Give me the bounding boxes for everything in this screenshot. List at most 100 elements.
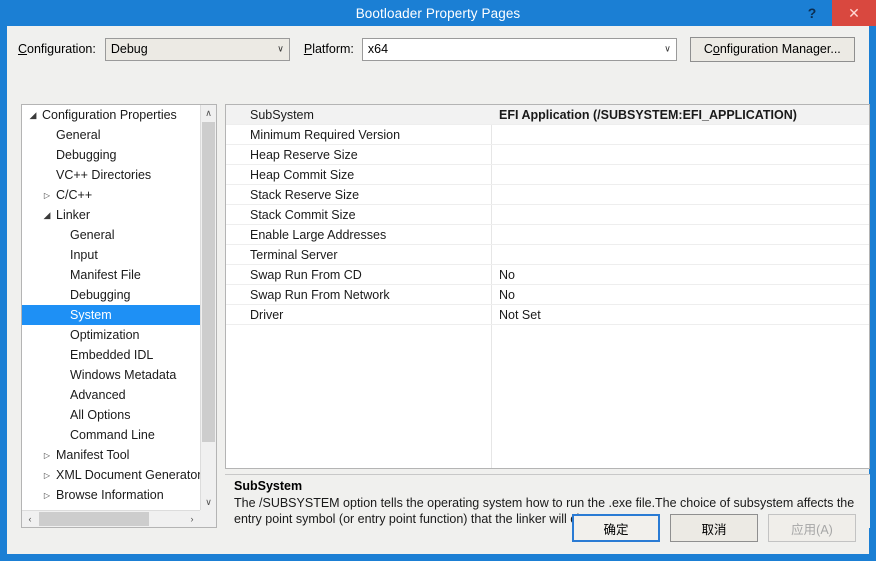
horizontal-scrollbar-thumb[interactable] — [39, 512, 149, 526]
tree-item-label: Manifest File — [70, 268, 141, 282]
scroll-up-icon[interactable]: ∧ — [201, 105, 216, 121]
tree-item-general[interactable]: General — [22, 225, 200, 245]
tree-item-label: Optimization — [70, 328, 140, 342]
property-row[interactable]: Enable Large Addresses — [226, 225, 869, 245]
tree-item-linker[interactable]: Linker — [22, 205, 200, 225]
tree-item-label: Embedded IDL — [70, 348, 154, 362]
configuration-manager-button[interactable]: Co nfiguration Manager... — [689, 36, 855, 62]
tree-collapsed-icon[interactable] — [40, 191, 54, 200]
tree-horizontal-scrollbar[interactable]: ‹ › — [22, 510, 200, 527]
property-grid: SubSystem EFI Application (/SUBSYSTEM:EFI… — [225, 104, 870, 469]
property-row[interactable]: Heap Reserve Size — [226, 145, 869, 165]
tree-item-label: XML Document Generator — [56, 468, 200, 482]
property-value[interactable]: No — [492, 288, 869, 302]
description-title: SubSystem — [234, 479, 303, 493]
vertical-scrollbar-thumb[interactable] — [202, 122, 215, 442]
tree-item-label: General — [56, 128, 101, 142]
configuration-tree: Configuration Properties General Debugging… — [21, 104, 217, 528]
tree-item-debugging[interactable]: Debugging — [22, 145, 200, 165]
tree-item-configuration-properties[interactable]: Configuration Properties — [22, 105, 200, 125]
property-row[interactable]: Driver Not Set — [226, 305, 869, 325]
tree-item-browse-information[interactable]: Browse Information — [22, 485, 200, 505]
tree-item-label: General — [70, 228, 115, 242]
tree-item-label: Windows Metadata — [70, 368, 177, 382]
tree-item-embedded-idl[interactable]: Embedded IDL — [22, 345, 200, 365]
property-row[interactable]: Swap Run From Network No — [226, 285, 869, 305]
property-name: Driver — [250, 307, 284, 322]
property-grid-rows: SubSystem EFI Application (/SUBSYSTEM:EFI… — [226, 105, 869, 325]
tree-item-all-options[interactable]: All Options — [22, 405, 200, 425]
tree-item-optimization[interactable]: Optimization — [22, 325, 200, 345]
scroll-left-icon[interactable]: ‹ — [22, 511, 38, 527]
platform-value: x64 — [367, 42, 389, 56]
property-row[interactable]: SubSystem EFI Application (/SUBSYSTEM:EFI… — [226, 105, 869, 125]
scroll-down-icon[interactable]: ∨ — [201, 494, 216, 510]
property-row[interactable]: Heap Commit Size — [226, 165, 869, 185]
property-row[interactable]: Terminal Server — [226, 245, 869, 265]
property-row[interactable]: Stack Commit Size — [226, 205, 869, 225]
property-name: Enable Large Addresses — [250, 227, 387, 242]
cancel-button[interactable]: 取消 — [670, 514, 758, 542]
tree-item-label: System — [70, 308, 112, 322]
close-icon[interactable]: ✕ — [832, 0, 876, 26]
chevron-down-icon: ∨ — [664, 43, 671, 54]
scroll-right-icon[interactable]: › — [184, 511, 200, 527]
tree-item-label: Configuration Properties — [42, 108, 177, 122]
property-name: Terminal Server — [250, 247, 338, 262]
property-value[interactable]: EFI Application (/SUBSYSTEM:EFI_APPLICAT… — [492, 108, 869, 122]
platform-dropdown[interactable]: x64 ∨ — [361, 37, 677, 61]
tree-expanded-icon[interactable] — [26, 110, 40, 121]
tree-item-label: VC++ Directories — [56, 168, 152, 182]
tree-item-label: C/C++ — [56, 188, 93, 202]
tree-item-label: Debugging — [56, 148, 117, 162]
tree-item-label: Advanced — [70, 388, 126, 402]
tree-item-general[interactable]: General — [22, 125, 200, 145]
tree-item-label: Manifest Tool — [56, 448, 130, 462]
property-value[interactable]: Not Set — [492, 308, 869, 322]
property-row[interactable]: Swap Run From CD No — [226, 265, 869, 285]
configuration-dropdown[interactable]: Debug ∨ — [104, 37, 290, 61]
tree-item-label: Browse Information — [56, 488, 164, 502]
tree-item-vc-directories[interactable]: VC++ Directories — [22, 165, 200, 185]
tree-item-label: All Options — [70, 408, 131, 422]
property-value[interactable]: No — [492, 268, 869, 282]
tree-item-label: Input — [70, 248, 98, 262]
property-name: Swap Run From CD — [250, 267, 362, 282]
help-icon[interactable]: ? — [792, 0, 832, 26]
property-name: Heap Reserve Size — [250, 147, 358, 162]
property-row[interactable]: Stack Reserve Size — [226, 185, 869, 205]
tree-item-manifest-file[interactable]: Manifest File — [22, 265, 200, 285]
apply-button: 应用(A) — [768, 514, 856, 542]
property-name: SubSystem — [250, 107, 314, 122]
tree-item-windows-metadata[interactable]: Windows Metadata — [22, 365, 200, 385]
dialog-buttons: 确定 取消 应用(A) — [572, 514, 856, 542]
property-name: Swap Run From Network — [250, 287, 390, 302]
tree-collapsed-icon[interactable] — [40, 471, 54, 480]
ok-button[interactable]: 确定 — [572, 514, 660, 542]
property-name: Minimum Required Version — [250, 127, 401, 142]
chevron-down-icon: ∨ — [277, 43, 284, 54]
property-row[interactable]: Minimum Required Version — [226, 125, 869, 145]
tree-item-manifest-tool[interactable]: Manifest Tool — [22, 445, 200, 465]
tree-item-system[interactable]: System — [22, 305, 200, 325]
tree-collapsed-icon[interactable] — [40, 491, 54, 500]
tree-item-command-line[interactable]: Command Line — [22, 425, 200, 445]
title-bar: Bootloader Property Pages ? ✕ — [0, 0, 876, 26]
property-pages-dialog: Bootloader Property Pages ? ✕ Configurat… — [0, 0, 876, 561]
configuration-bar: Configuration: Debug ∨ Platform: x64 ∨ C… — [7, 26, 869, 72]
tree-item-advanced[interactable]: Advanced — [22, 385, 200, 405]
tree-collapsed-icon[interactable] — [40, 451, 54, 460]
tree-item-input[interactable]: Input — [22, 245, 200, 265]
tree-item-list: Configuration Properties General Debugging… — [22, 105, 200, 510]
tree-vertical-scrollbar[interactable]: ∧ ∨ — [200, 105, 216, 510]
dialog-body: Configuration: Debug ∨ Platform: x64 ∨ C… — [7, 26, 870, 554]
property-name: Stack Reserve Size — [250, 187, 360, 202]
platform-label: Platform: — [303, 42, 354, 56]
tree-item-debugging[interactable]: Debugging — [22, 285, 200, 305]
tree-item-xml-document-generator[interactable]: XML Document Generator — [22, 465, 200, 485]
tree-item-label: Linker — [56, 208, 91, 222]
configuration-value: Debug — [110, 42, 148, 56]
property-name: Stack Commit Size — [250, 207, 356, 222]
tree-expanded-icon[interactable] — [40, 210, 54, 221]
tree-item-c-c[interactable]: C/C++ — [22, 185, 200, 205]
